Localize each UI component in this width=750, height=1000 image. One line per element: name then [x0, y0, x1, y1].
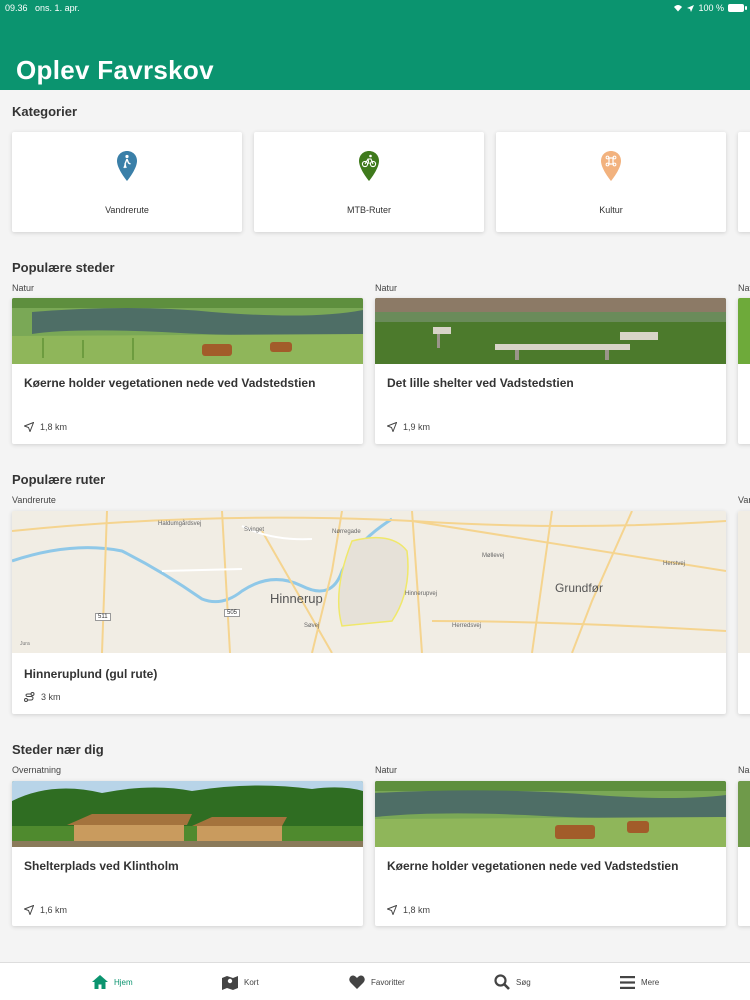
route-title: Hinneruplund (gul rute)	[24, 667, 158, 681]
map-label-road: Haldumgårdsvej	[158, 521, 202, 527]
category-label: Kultur	[599, 205, 623, 215]
bike-icon	[359, 151, 379, 181]
app-header: 09.36 ons. 1. apr. 100 % Oplev Favrskov	[0, 0, 750, 90]
place-image	[738, 781, 750, 847]
place-distance: 1,8 km	[403, 905, 431, 915]
map-label-road: Nørregade	[332, 529, 361, 535]
map-label-town1: Hinnerup	[270, 591, 323, 606]
place-title: Køerne holder vegetationen nede ved Vads…	[387, 859, 679, 873]
place-title: Køerne holder vegetationen nede ved Vads…	[24, 376, 316, 390]
status-time: 09.36	[5, 3, 28, 13]
navigation-arrow-icon	[387, 422, 397, 432]
place-category-peek: Na	[738, 765, 750, 775]
tab-label: Søg	[516, 977, 531, 987]
map-road-number: 505	[224, 609, 241, 617]
map-road-number: 511	[95, 613, 111, 621]
section-title-categories: Kategorier	[12, 104, 78, 119]
map-label-road: Svinget	[244, 527, 265, 533]
tab-search[interactable]: Søg	[494, 963, 531, 1000]
tab-favorites[interactable]: Favoritter	[349, 963, 405, 1000]
place-card-peek[interactable]	[738, 781, 750, 926]
hiker-icon	[117, 151, 137, 181]
tab-more[interactable]: Mere	[620, 963, 659, 1000]
route-length: 3 km	[41, 692, 61, 702]
culture-icon	[601, 151, 621, 181]
wifi-icon	[674, 5, 683, 12]
map-label-town2: Grundfør	[555, 581, 604, 595]
navigation-arrow-icon	[387, 905, 397, 915]
status-bar: 09.36 ons. 1. apr. 100 %	[0, 0, 750, 16]
category-label: Vandrerute	[105, 205, 149, 215]
section-title-nearby: Steder nær dig	[12, 742, 104, 757]
category-card-vandrerute[interactable]: Vandrerute	[12, 132, 242, 232]
section-title-popular-places: Populære steder	[12, 260, 115, 275]
route-card-hinneruplund[interactable]: Hinnerup Grundfør Haldumgårdsvej Svinget…	[12, 511, 726, 714]
place-category: Overnatning	[12, 765, 62, 775]
place-image	[375, 298, 726, 364]
menu-icon	[620, 975, 635, 989]
page-title: Oplev Favrskov	[16, 55, 214, 85]
tab-label: Mere	[641, 977, 660, 987]
place-image	[12, 298, 363, 364]
category-label: MTB-Ruter	[346, 205, 391, 215]
tab-label: Favoritter	[371, 977, 405, 987]
map-label-road: Herredsvej	[452, 623, 482, 629]
heart-icon	[349, 975, 365, 989]
navigation-arrow-icon	[24, 422, 34, 432]
tab-home[interactable]: Hjem	[92, 963, 133, 1000]
place-card-cows-nearby[interactable]: Køerne holder vegetationen nede ved Vads…	[375, 781, 726, 926]
place-title: Shelterplads ved Klintholm	[24, 859, 179, 873]
place-title: Det lille shelter ved Vadstedstien	[387, 376, 574, 390]
place-category-peek: Natur	[738, 283, 750, 293]
location-icon	[687, 4, 695, 12]
category-card-mtb[interactable]: MTB-Ruter	[254, 132, 484, 232]
route-card-peek[interactable]	[738, 511, 750, 714]
section-title-popular-routes: Populære ruter	[12, 472, 106, 487]
tab-label: Kort	[244, 977, 259, 987]
place-distance: 1,8 km	[40, 422, 68, 432]
place-category: Natur	[375, 765, 398, 775]
bottom-tab-bar: Hjem Kort Favoritter Søg Mere	[0, 962, 750, 1000]
route-category-peek: Van	[738, 495, 750, 505]
place-card-klintholm[interactable]: Shelterplads ved Klintholm 1,6 km	[12, 781, 363, 926]
place-card-shelter[interactable]: Det lille shelter ved Vadstedstien 1,9 k…	[375, 298, 726, 444]
place-category: Natur	[12, 283, 35, 293]
tab-label: Hjem	[114, 977, 133, 987]
battery-percent: 100 %	[698, 3, 724, 13]
map-attribution: Jura	[20, 641, 30, 647]
category-card-peek[interactable]	[738, 132, 750, 232]
home-icon	[92, 975, 108, 989]
place-card-cows[interactable]: Køerne holder vegetationen nede ved Vads…	[12, 298, 363, 444]
place-image	[375, 781, 726, 847]
place-image	[12, 781, 363, 847]
route-length-icon	[24, 692, 35, 702]
battery-icon	[728, 4, 747, 12]
map-label-road: Herstvej	[663, 561, 686, 567]
place-image	[738, 298, 750, 364]
place-category: Natur	[375, 283, 398, 293]
map-label-road: Hinnerupvej	[405, 591, 438, 597]
route-category: Vandrerute	[12, 495, 56, 505]
map-label-road: Møllevej	[482, 553, 505, 559]
place-distance: 1,9 km	[403, 422, 431, 432]
place-card-peek[interactable]	[738, 298, 750, 444]
place-distance: 1,6 km	[40, 905, 68, 915]
tab-map[interactable]: Kort	[222, 963, 259, 1000]
status-date: ons. 1. apr.	[35, 3, 80, 13]
map-icon	[222, 975, 238, 990]
category-card-kultur[interactable]: Kultur	[496, 132, 726, 232]
search-icon	[494, 974, 510, 990]
route-map: Hinnerup Grundfør Haldumgårdsvej Svinget…	[12, 511, 726, 653]
navigation-arrow-icon	[24, 905, 34, 915]
map-label-road: Søvej	[304, 623, 320, 629]
